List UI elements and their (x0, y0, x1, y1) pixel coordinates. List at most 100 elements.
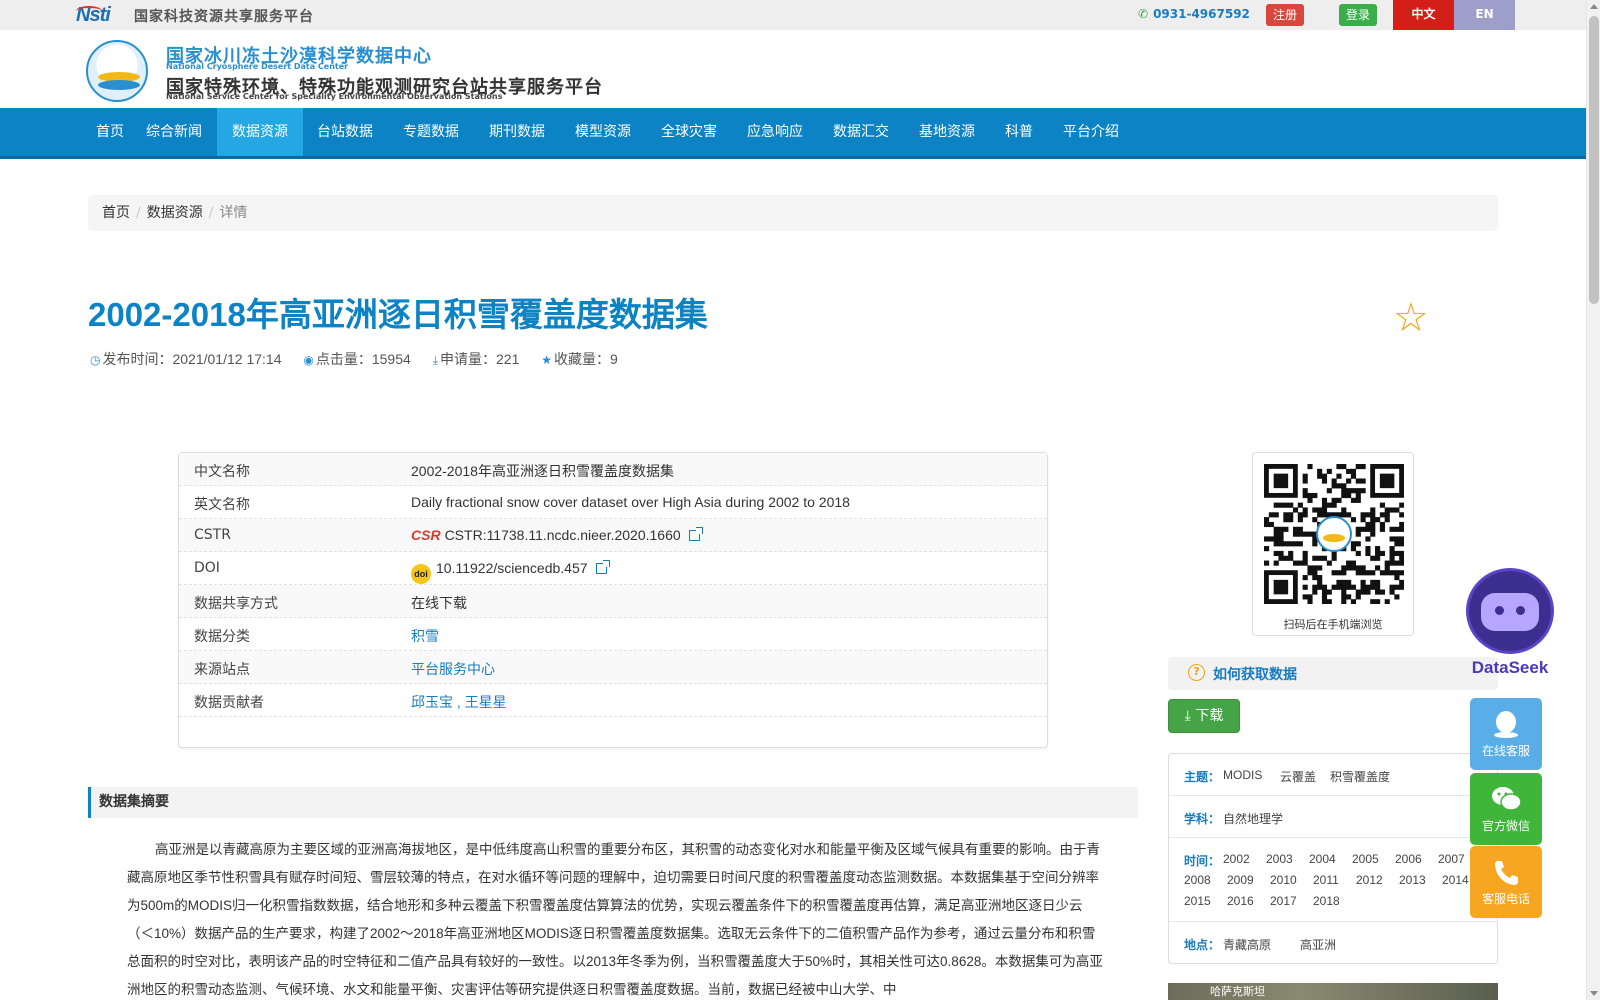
subject-tag[interactable]: MODIS (1223, 768, 1262, 782)
register-button[interactable]: 注册 (1266, 4, 1304, 26)
contributors-link[interactable]: 邱玉宝 , 王星星 (411, 694, 507, 710)
doi-value[interactable]: 10.11922/sciencedb.457 (436, 560, 588, 576)
year-tag[interactable]: 2006 (1395, 852, 1422, 866)
breadcrumb-home[interactable]: 首页 (102, 205, 130, 221)
scroll-up-arrow-icon[interactable] (1590, 4, 1598, 9)
place-tag[interactable]: 高亚洲 (1300, 936, 1336, 953)
lang-chinese-button[interactable]: 中文 (1393, 0, 1454, 30)
year-tag[interactable]: 2013 (1399, 873, 1426, 887)
nav-global-disaster[interactable]: 全球灾害 (659, 108, 719, 156)
cstr-value[interactable]: CSTR:11738.11.ncdc.nieer.2020.1660 (445, 527, 681, 543)
nav-data-submission[interactable]: 数据汇交 (831, 108, 891, 156)
discipline-row: 学科： 自然地理学 (1169, 796, 1497, 838)
login-button[interactable]: 登录 (1339, 4, 1377, 26)
time-row: 时间： 2002 2003 2004 2005 2006 2007 2008 2… (1169, 838, 1497, 922)
robot-icon (1466, 568, 1554, 654)
cstr-logo-icon: CSR (411, 527, 441, 543)
dataseek-label: DataSeek (1471, 658, 1549, 677)
nav-station-data[interactable]: 台站数据 (315, 108, 375, 156)
abstract-text: 高亚洲是以青藏高原为主要区域的亚洲高海拔地区，是中低纬度高山积雪的重要分布区，其… (127, 842, 1103, 997)
map-caption: 哈萨克斯坦 (1210, 985, 1265, 998)
nav-emergency-response[interactable]: 应急响应 (745, 108, 805, 156)
question-icon: ? (1188, 664, 1205, 681)
year-tag[interactable]: 2010 (1270, 873, 1297, 887)
scroll-down-arrow-icon[interactable] (1590, 991, 1598, 996)
abstract-heading: 数据集摘要 (88, 787, 1138, 818)
favorite-star-icon[interactable]: ☆ (1393, 298, 1429, 338)
qr-caption: 扫码后在手机端浏览 (1283, 618, 1383, 631)
doi-logo-icon: doi (411, 564, 431, 584)
click-count: 15954 (371, 351, 411, 367)
tags-box: 主题： MODIS 云覆盖 积雪覆盖度 学科： 自然地理学 时间： 2002 2… (1168, 753, 1498, 964)
info-row-en-name: 英文名称 Daily fractional snow cover dataset… (179, 486, 1047, 519)
subject-tag[interactable]: 积雪覆盖度 (1330, 768, 1390, 785)
site-logo[interactable] (86, 40, 148, 102)
dataseek-assistant[interactable]: DataSeek (1462, 568, 1558, 680)
nsti-logo[interactable]: Nsti (76, 4, 111, 27)
phone-icon (1495, 861, 1518, 885)
nav-journal-data[interactable]: 期刊数据 (487, 108, 547, 156)
nav-data-resources[interactable]: 数据资源 (217, 108, 303, 156)
nav-model-resources[interactable]: 模型资源 (573, 108, 633, 156)
year-tag[interactable]: 2018 (1313, 894, 1340, 908)
subject-row: 主题： MODIS 云覆盖 积雪覆盖度 (1169, 754, 1497, 796)
year-tag[interactable]: 2015 (1184, 894, 1211, 908)
phone-icon: ✆ (1138, 7, 1149, 21)
nav-base-resources[interactable]: 基地资源 (917, 108, 977, 156)
wechat-button[interactable]: 官方微信 (1470, 773, 1542, 845)
source-site-link[interactable]: 平台服务中心 (411, 661, 495, 677)
favorite-count: 9 (610, 351, 618, 367)
nav-home[interactable]: 首页 (88, 108, 132, 156)
year-tag[interactable]: 2007 (1438, 852, 1465, 866)
map-thumbnail[interactable]: 哈萨克斯坦 (1168, 983, 1498, 1000)
main-nav: 首页 综合新闻 数据资源 台站数据 专题数据 期刊数据 模型资源 全球灾害 应急… (0, 108, 1586, 159)
phone-number: 0931-4967592 (1153, 7, 1250, 21)
nav-news[interactable]: 综合新闻 (144, 108, 204, 156)
info-row-category: 数据分类 积雪 (179, 618, 1047, 651)
year-tag[interactable]: 2002 (1223, 852, 1250, 866)
online-service-button[interactable]: 在线客服 (1470, 698, 1542, 770)
discipline-tag[interactable]: 自然地理学 (1223, 810, 1283, 827)
eye-icon: ◉ (303, 353, 314, 367)
nsti-platform-name[interactable]: 国家科技资源共享服务平台 (134, 6, 314, 26)
customer-phone-button[interactable]: 客服电话 (1470, 846, 1542, 918)
nav-science-popularization[interactable]: 科普 (1003, 108, 1035, 156)
page-title: 2002-2018年高亚洲逐日积雪覆盖度数据集 (88, 296, 708, 333)
page-scrollbar[interactable] (1586, 0, 1600, 1000)
year-tag[interactable]: 2004 (1309, 852, 1336, 866)
lang-english-button[interactable]: EN (1454, 0, 1515, 30)
place-row: 地点： 青藏高原 高亚洲 (1184, 936, 1337, 953)
qr-code (1264, 464, 1404, 604)
category-link[interactable]: 积雪 (411, 628, 439, 644)
year-tag[interactable]: 2003 (1266, 852, 1293, 866)
star-icon: ★ (541, 353, 553, 367)
contact-phone: ✆ 0931-4967592 (1138, 7, 1250, 21)
download-button[interactable]: ⤓ 下载 (1168, 699, 1240, 733)
year-tag[interactable]: 2009 (1227, 873, 1254, 887)
nav-thematic-data[interactable]: 专题数据 (401, 108, 461, 156)
year-tag[interactable]: 2017 (1270, 894, 1297, 908)
info-row-contributors: 数据贡献者 邱玉宝 , 王星星 (179, 684, 1047, 717)
wechat-icon (1492, 787, 1522, 811)
scroll-thumb[interactable] (1589, 16, 1599, 304)
year-tag[interactable]: 2012 (1356, 873, 1383, 887)
breadcrumb-current: 详情 (219, 205, 248, 221)
dataset-info-table: 中文名称 2002-2018年高亚洲逐日积雪覆盖度数据集 英文名称 Daily … (178, 452, 1048, 748)
clock-icon: ◷ (90, 353, 101, 367)
year-tag[interactable]: 2014 (1442, 873, 1469, 887)
year-tag[interactable]: 2008 (1184, 873, 1211, 887)
breadcrumb-data-resources[interactable]: 数据资源 (147, 205, 203, 221)
year-tag[interactable]: 2016 (1227, 894, 1254, 908)
year-tag[interactable]: 2005 (1352, 852, 1379, 866)
top-strip: Nsti 国家科技资源共享服务平台 ✆ 0931-4967592 注册 登录 中文… (0, 0, 1586, 30)
external-link-icon[interactable] (688, 527, 703, 541)
qr-code-box: 扫码后在手机端浏览 (1252, 452, 1414, 636)
nav-platform-intro[interactable]: 平台介绍 (1061, 108, 1121, 156)
subject-tag[interactable]: 云覆盖 (1280, 768, 1316, 785)
how-to-get-data[interactable]: ? 如何获取数据 (1168, 657, 1498, 690)
external-link-icon[interactable] (595, 560, 610, 574)
download-icon: ⤓ (432, 353, 438, 367)
publish-time: 2021/01/12 17:14 (172, 351, 282, 367)
place-tag[interactable]: 青藏高原 (1223, 936, 1271, 953)
year-tag[interactable]: 2011 (1313, 873, 1339, 887)
